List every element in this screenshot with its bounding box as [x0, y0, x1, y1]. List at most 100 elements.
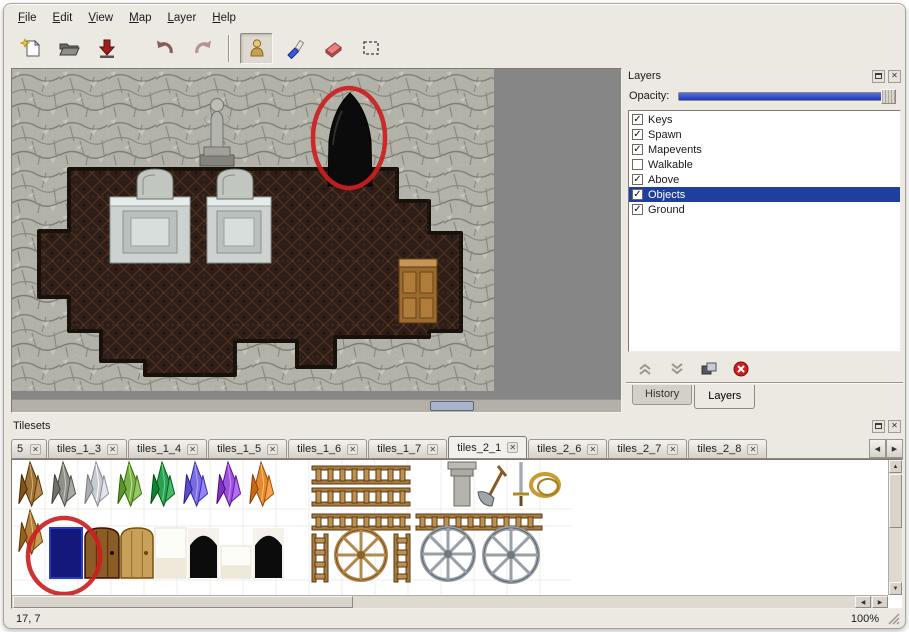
layer-row-walkable[interactable]: Walkable — [629, 157, 900, 172]
open-button[interactable] — [52, 33, 85, 64]
tileset-tile-door[interactable] — [121, 528, 153, 578]
tileset-tile-rope[interactable] — [531, 474, 559, 496]
map-horizontal-scrollbar[interactable] — [12, 399, 621, 412]
tab-close-icon[interactable]: ✕ — [667, 444, 678, 455]
tileset-tab[interactable]: tiles_2_8 ✕ — [688, 439, 767, 458]
tileset-tile-ladder-h[interactable] — [312, 488, 410, 506]
menu-file[interactable]: File — [10, 9, 45, 27]
redo-button[interactable] — [186, 33, 219, 64]
move-layer-down-button[interactable] — [668, 361, 686, 377]
tab-close-icon[interactable]: ✕ — [427, 444, 438, 455]
tab-history[interactable]: History — [632, 385, 692, 405]
tab-scroll-right-icon[interactable]: ▶ — [886, 439, 903, 458]
scroll-up-icon[interactable]: ▲ — [889, 460, 902, 473]
tileset-tile-shovel[interactable] — [478, 466, 506, 506]
tileset-grid[interactable]: ▲ ▼ ◀ ▶ — [11, 459, 903, 609]
layer-row-keys[interactable]: ✓ Keys — [629, 112, 900, 127]
object-tool-button[interactable] — [240, 33, 273, 64]
select-tool-button[interactable] — [354, 33, 387, 64]
tileset-tile-wheel[interactable] — [484, 528, 538, 582]
new-map-button[interactable] — [14, 33, 47, 64]
tileset-image[interactable] — [12, 460, 888, 596]
tileset-tile-ladder-h[interactable] — [312, 466, 410, 484]
tab-close-icon[interactable]: ✕ — [267, 444, 278, 455]
tileset-tile-sword[interactable] — [513, 462, 529, 506]
move-layer-up-button[interactable] — [636, 361, 654, 377]
tileset-tile-ladder-h[interactable] — [312, 514, 410, 530]
menu-help[interactable]: Help — [204, 9, 244, 27]
tileset-tile-ladder-v[interactable] — [394, 534, 410, 582]
tileset-tile-crystal[interactable] — [250, 462, 274, 506]
tileset-tile-crystal[interactable] — [151, 462, 175, 506]
vscroll-thumb[interactable] — [889, 474, 902, 528]
tab-scroll-left-icon[interactable]: ◀ — [869, 439, 886, 458]
tileset-tab[interactable]: tiles_1_4 ✕ — [128, 439, 207, 458]
layer-checkbox[interactable]: ✓ — [632, 144, 643, 155]
layer-checkbox[interactable] — [632, 159, 643, 170]
tileset-tile-white[interactable] — [155, 528, 186, 578]
tileset-tile-arch[interactable] — [188, 528, 219, 578]
eraser-tool-button[interactable] — [316, 33, 349, 64]
tab-close-icon[interactable]: ✕ — [347, 444, 358, 455]
layer-checkbox[interactable]: ✓ — [632, 114, 643, 125]
tileset-tile-arch[interactable] — [253, 528, 284, 578]
float-panel-icon[interactable] — [872, 70, 885, 83]
tileset-tile-crystal[interactable] — [52, 462, 76, 506]
tab-layers[interactable]: Layers — [694, 385, 755, 409]
tileset-tile-wheel[interactable] — [336, 530, 386, 580]
layer-row-ground[interactable]: ✓ Ground — [629, 202, 900, 217]
tab-close-icon[interactable]: ✕ — [30, 444, 41, 455]
undo-button[interactable] — [148, 33, 181, 64]
tileset-vertical-scrollbar[interactable]: ▲ ▼ — [888, 460, 902, 595]
tileset-tile-navy[interactable] — [50, 528, 82, 578]
tileset-tab[interactable]: tiles_1_7 ✕ — [368, 439, 447, 458]
close-panel-icon[interactable]: ✕ — [888, 420, 901, 433]
resize-grip[interactable] — [887, 612, 900, 625]
duplicate-layer-button[interactable] — [700, 361, 718, 377]
layer-row-spawn[interactable]: ✓ Spawn — [629, 127, 900, 142]
layer-checkbox[interactable]: ✓ — [632, 204, 643, 215]
opacity-slider-handle[interactable] — [881, 89, 896, 104]
scroll-left-icon[interactable]: ◀ — [855, 596, 871, 608]
tab-close-icon[interactable]: ✕ — [107, 444, 118, 455]
tileset-tile-ladder-v[interactable] — [312, 534, 328, 582]
save-button[interactable] — [90, 33, 123, 64]
menu-layer[interactable]: Layer — [160, 9, 205, 27]
tileset-tab[interactable]: tiles_2_7 ✕ — [608, 439, 687, 458]
menu-map[interactable]: Map — [121, 9, 159, 27]
layer-list[interactable]: ✓ Keys ✓ Spawn ✓ Mapevents Walkable ✓ Ab… — [628, 110, 901, 352]
layer-checkbox[interactable]: ✓ — [632, 174, 643, 185]
tileset-tab-active[interactable]: tiles_2_1 ✕ — [448, 436, 527, 458]
tileset-tile-crystal[interactable] — [85, 462, 109, 506]
layer-row-mapevents[interactable]: ✓ Mapevents — [629, 142, 900, 157]
tab-close-icon[interactable]: ✕ — [747, 444, 758, 455]
map-hscroll-thumb[interactable] — [430, 401, 474, 411]
tileset-tile-crystal[interactable] — [118, 462, 142, 506]
brush-tool-button[interactable] — [278, 33, 311, 64]
tileset-tile-column[interactable] — [448, 462, 476, 506]
hscroll-thumb[interactable] — [13, 596, 353, 608]
delete-layer-button[interactable] — [732, 361, 750, 377]
tileset-tile-white[interactable] — [221, 546, 251, 578]
opacity-slider[interactable] — [678, 92, 895, 101]
tileset-tile-crystal[interactable] — [184, 462, 208, 506]
tileset-tab[interactable]: tiles_1_6 ✕ — [288, 439, 367, 458]
menu-edit[interactable]: Edit — [45, 9, 81, 27]
tileset-tab[interactable]: 5 ✕ — [11, 439, 47, 458]
tab-close-icon[interactable]: ✕ — [187, 444, 198, 455]
tileset-tile-wheel[interactable] — [422, 528, 474, 580]
layer-checkbox[interactable]: ✓ — [632, 189, 643, 200]
tileset-tab[interactable]: tiles_1_5 ✕ — [208, 439, 287, 458]
layer-row-objects[interactable]: ✓ Objects — [629, 187, 900, 202]
tileset-tab[interactable]: tiles_1_3 ✕ — [48, 439, 127, 458]
tileset-tab[interactable]: tiles_2_6 ✕ — [528, 439, 607, 458]
tileset-tile-crystal[interactable] — [217, 462, 241, 506]
map-canvas[interactable] — [11, 68, 622, 413]
scroll-right-icon[interactable]: ▶ — [872, 596, 888, 608]
float-panel-icon[interactable] — [872, 420, 885, 433]
layer-row-above[interactable]: ✓ Above — [629, 172, 900, 187]
tab-close-icon[interactable]: ✕ — [507, 442, 518, 453]
layer-checkbox[interactable]: ✓ — [632, 129, 643, 140]
scroll-down-icon[interactable]: ▼ — [889, 582, 902, 595]
menu-view[interactable]: View — [80, 9, 121, 27]
